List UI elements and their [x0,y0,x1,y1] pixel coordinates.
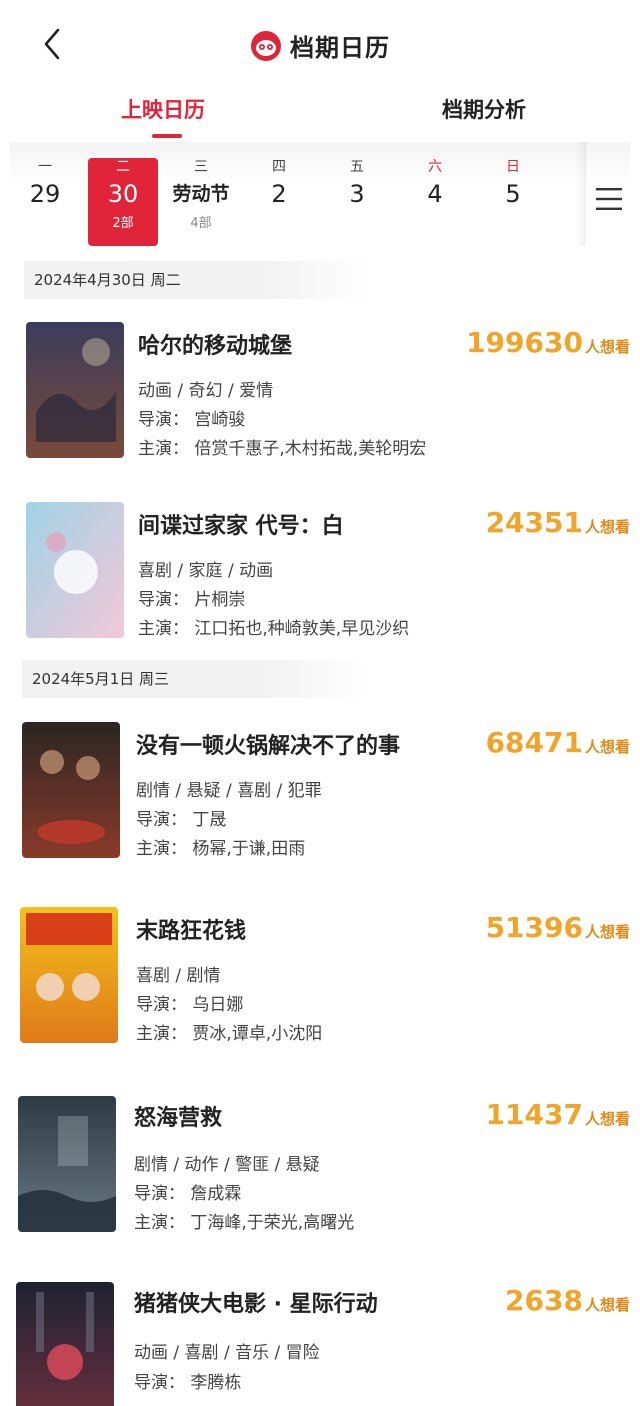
movie-row[interactable]: 末路狂花钱 51396 人想看 喜剧 / 剧情 导演： 乌日娜 主演： 贾冰,谭卓… [0,905,640,1055]
want-to-see-count: 199630 人想看 [466,326,630,359]
film-count: 2部 [112,216,134,231]
movie-cast: 主演： 贾冰,谭卓,小沈阳 [136,1024,323,1044]
count-value: 68471 [485,726,583,759]
date-strip: 一 29 二 30 2部 三 劳动节 4部 四 2 五 3 六 4 日 5 [10,142,630,246]
film-count: 4部 [190,216,212,231]
section-date-header: 2024年5月1日 周三 [22,660,368,698]
day-5[interactable]: 日 5 [478,158,548,246]
count-value: 51396 [485,911,583,944]
count-value: 2638 [505,1284,583,1317]
movie-row[interactable]: 猪猪侠大电影 · 星际行动 2638 人想看 动画 / 喜剧 / 音乐 / 冒险 … [0,1280,640,1406]
count-unit: 人想看 [584,923,630,941]
page-title: 档期日历 [290,34,390,62]
movie-director: 导演： 乌日娜 [136,995,244,1015]
day-number: 5 [505,180,521,208]
tab-schedule-analysis[interactable]: 档期分析 [442,94,526,124]
movie-title: 没有一顿火锅解决不了的事 [136,734,401,759]
day-number: 3 [349,180,365,208]
movie-row[interactable]: 没有一顿火锅解决不了的事 68471 人想看 剧情 / 悬疑 / 喜剧 / 犯罪 … [0,720,640,870]
strip-divider [576,142,586,246]
want-to-see-count: 2638 人想看 [505,1284,630,1317]
count-value: 24351 [485,506,583,539]
movie-poster[interactable] [22,722,120,858]
movie-row[interactable]: 怒海营救 11437 人想看 剧情 / 动作 / 警匪 / 悬疑 导演： 詹成霖 … [0,1094,640,1244]
day-3[interactable]: 五 3 [322,158,392,246]
day-number: 29 [29,180,61,208]
weekday-label: 二 [116,159,130,175]
movie-cast: 主演： 江口拓也,种崎敦美,早见沙织 [138,619,410,639]
day-4[interactable]: 六 4 [400,158,470,246]
day-30[interactable]: 二 30 2部 [88,158,158,246]
weekday-label: 五 [350,159,364,175]
movie-director: 导演： 詹成霖 [134,1184,242,1204]
movie-genre: 喜剧 / 剧情 [136,966,221,986]
count-unit: 人想看 [584,338,630,356]
movie-genre: 动画 / 奇幻 / 爱情 [138,381,274,401]
movie-director: 导演： 宫崎骏 [138,410,246,430]
movie-director: 导演： 丁晟 [136,810,227,830]
day-number: 30 [107,180,139,208]
movie-title: 猪猪侠大电影 · 星际行动 [134,1292,378,1317]
day-2[interactable]: 四 2 [244,158,314,246]
top-bar: 档期日历 [0,0,640,90]
count-unit: 人想看 [584,1110,630,1128]
want-to-see-count: 24351 人想看 [486,506,630,539]
tab-release-calendar[interactable]: 上映日历 [121,94,205,124]
movie-genre: 剧情 / 动作 / 警匪 / 悬疑 [134,1155,320,1175]
active-tab-indicator [152,134,182,138]
movie-cast: 主演： 丁海峰,于荣光,高曙光 [134,1213,355,1233]
movie-poster[interactable] [20,907,118,1043]
day-number: 2 [271,180,287,208]
movie-poster[interactable] [26,502,124,638]
movie-poster[interactable] [18,1096,116,1232]
movie-cast: 主演： 杨幂,于谦,田雨 [136,839,306,859]
movie-director: 导演： 片桐崇 [138,590,246,610]
title-group: 档期日历 [0,28,640,63]
movie-row[interactable]: 间谍过家家 代号：白 24351 人想看 喜剧 / 家庭 / 动画 导演： 片桐崇… [0,500,640,650]
weekday-label: 六 [428,159,442,175]
want-to-see-count: 68471 人想看 [486,726,630,759]
weekday-label: 三 [194,159,208,175]
count-value: 199630 [466,326,583,359]
menu-icon[interactable] [594,186,624,212]
movie-title: 间谍过家家 代号：白 [138,514,344,539]
day-29[interactable]: 一 29 [10,158,80,246]
section-date-header: 2024年4月30日 周二 [24,261,370,299]
maoyan-cat-logo-icon [250,30,282,62]
weekday-label: 四 [272,159,286,175]
movie-director: 导演： 李腾栋 [134,1373,242,1393]
want-to-see-count: 11437 人想看 [486,1098,630,1131]
movie-row[interactable]: 哈尔的移动城堡 199630 人想看 动画 / 奇幻 / 爱情 导演： 宫崎骏 主… [0,320,640,470]
movie-genre: 动画 / 喜剧 / 音乐 / 冒险 [134,1343,320,1363]
movie-genre: 剧情 / 悬疑 / 喜剧 / 犯罪 [136,781,322,801]
movie-title: 哈尔的移动城堡 [138,334,293,359]
count-unit: 人想看 [584,1296,630,1314]
movie-genre: 喜剧 / 家庭 / 动画 [138,561,274,581]
tab-bar: 上映日历 档期分析 [0,88,640,142]
weekday-label: 一 [38,159,52,175]
movie-poster[interactable] [26,322,124,458]
movie-title: 怒海营救 [134,1106,223,1131]
day-labor-day[interactable]: 三 劳动节 4部 [166,158,236,246]
weekday-label: 日 [506,159,520,175]
movie-title: 末路狂花钱 [136,919,247,944]
movie-poster[interactable] [16,1282,114,1406]
count-unit: 人想看 [584,518,630,536]
movie-cast: 主演： 倍赏千惠子,木村拓哉,美轮明宏 [138,439,427,459]
day-number: 劳动节 [172,183,230,205]
day-number: 4 [427,180,443,208]
want-to-see-count: 51396 人想看 [486,911,630,944]
count-value: 11437 [485,1098,583,1131]
count-unit: 人想看 [584,738,630,756]
